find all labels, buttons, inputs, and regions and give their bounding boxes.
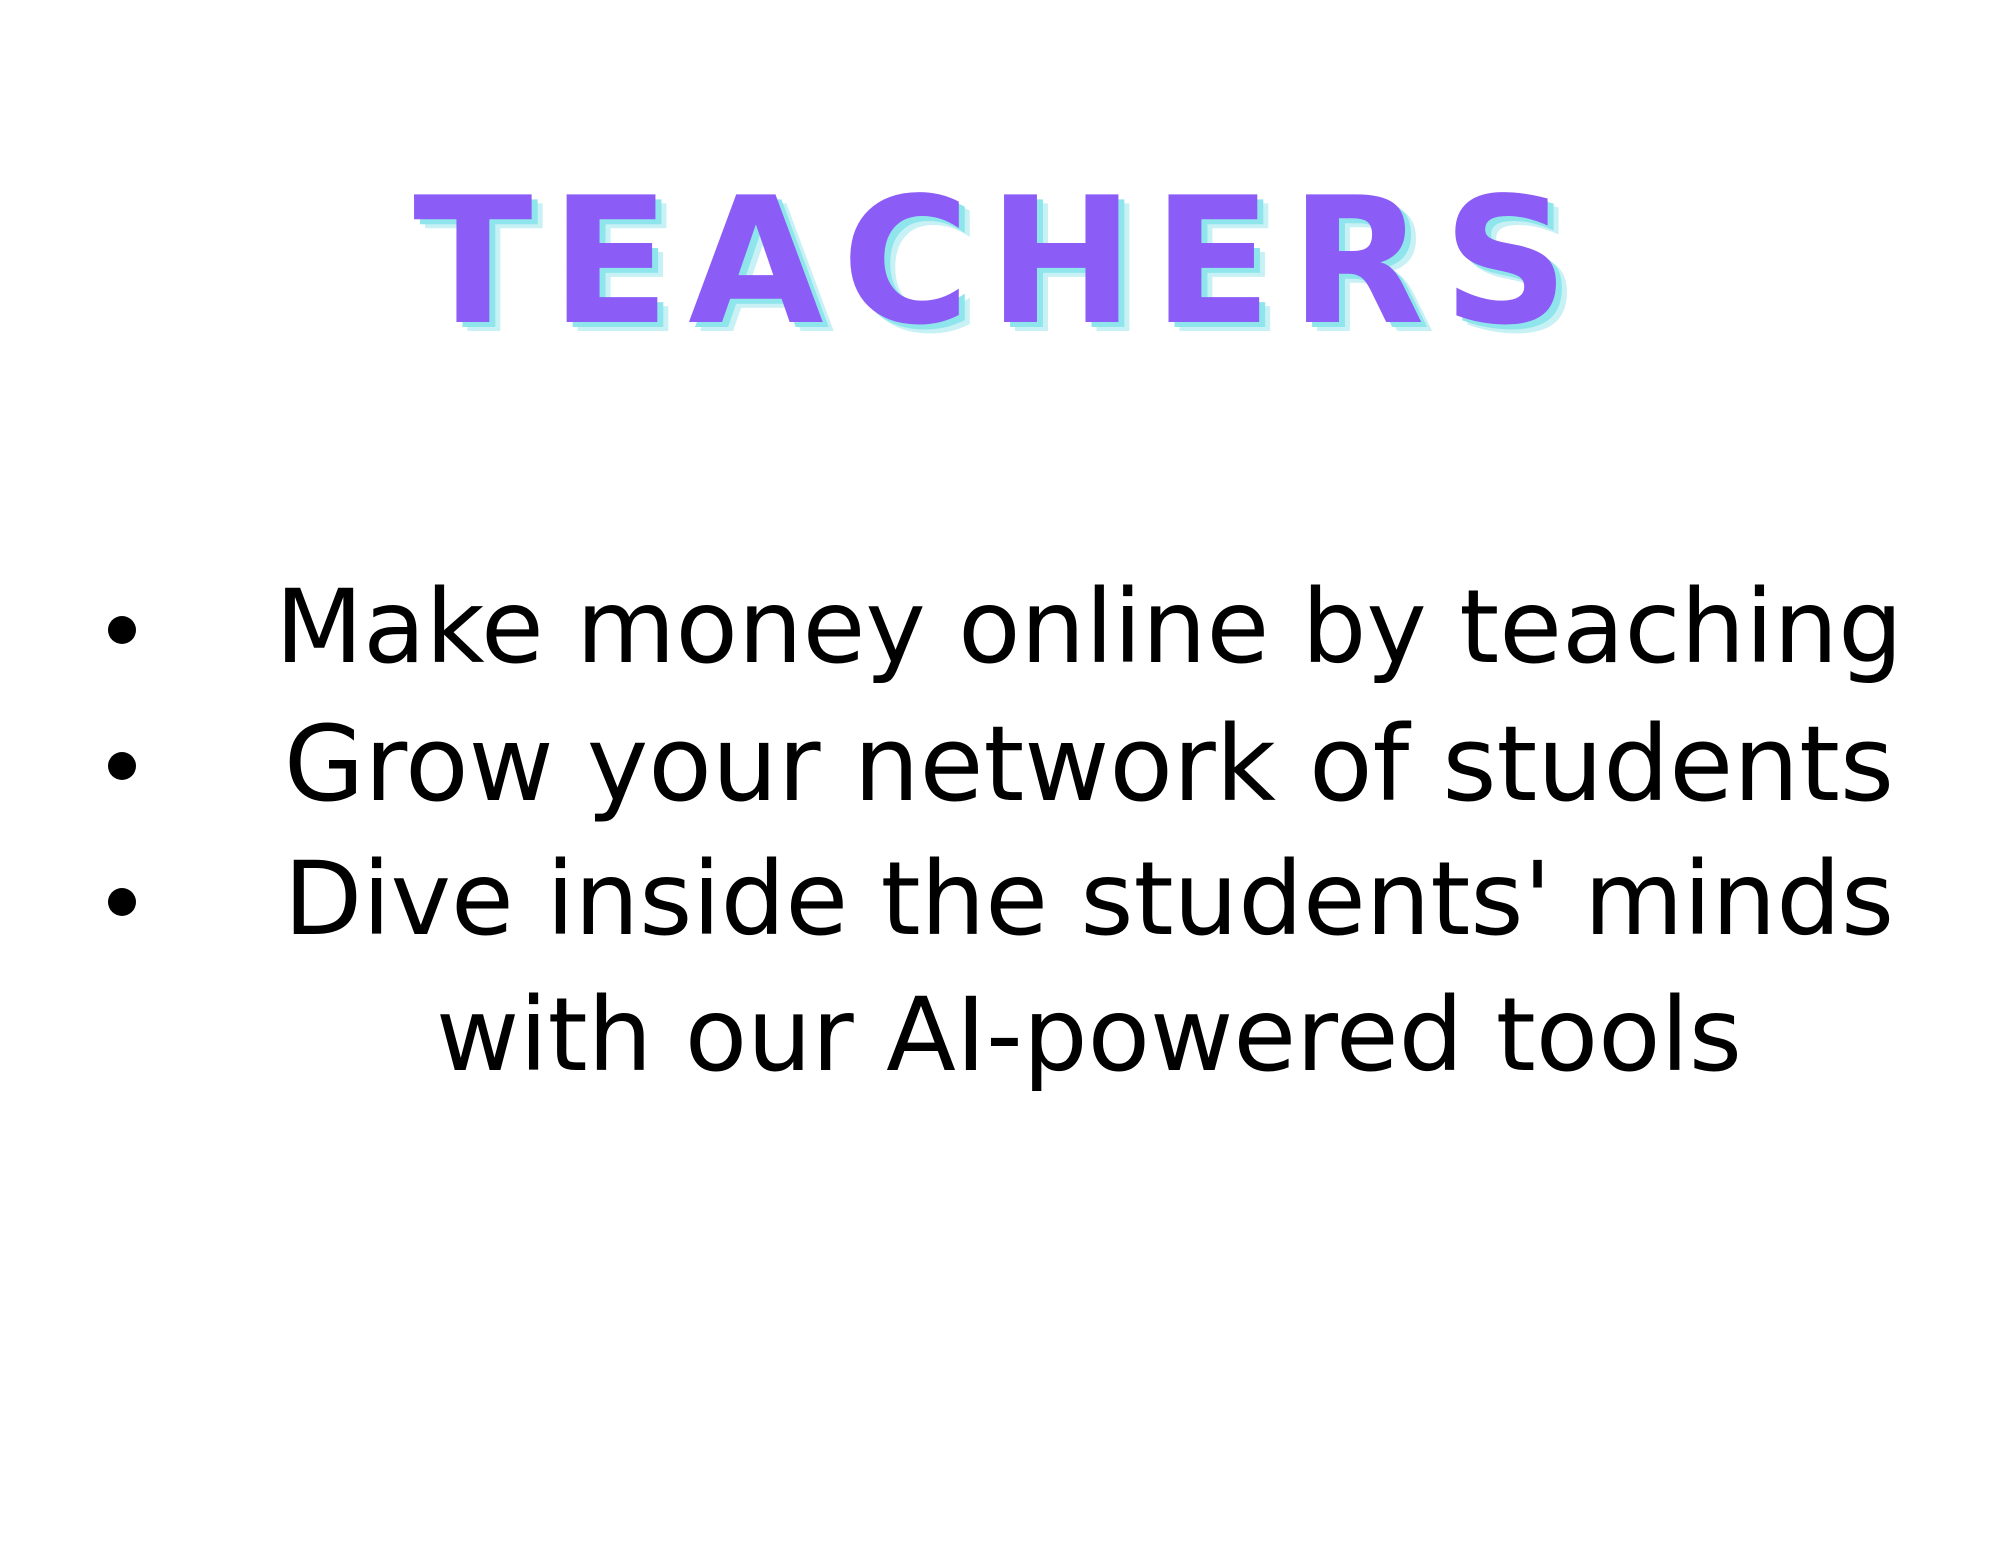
bullet-dot-icon [108, 752, 136, 780]
bullet-dot-icon [108, 616, 136, 644]
slide-page: TEACHERS Make money online by teaching G… [0, 0, 2000, 1545]
list-item-text: Grow your network of students [283, 703, 1895, 825]
page-title: TEACHERS [413, 161, 1587, 364]
list-item: Dive inside the students' minds with our… [0, 832, 2000, 1104]
bullet-dot-icon [108, 888, 136, 916]
list-item-text: Dive inside the students' minds with our… [283, 840, 1895, 1095]
bullet-list: Make money online by teaching Grow your … [0, 560, 2000, 1104]
list-item: Grow your network of students [0, 696, 2000, 832]
list-item: Make money online by teaching [0, 560, 2000, 696]
list-item-text: Make money online by teaching [275, 568, 1903, 687]
